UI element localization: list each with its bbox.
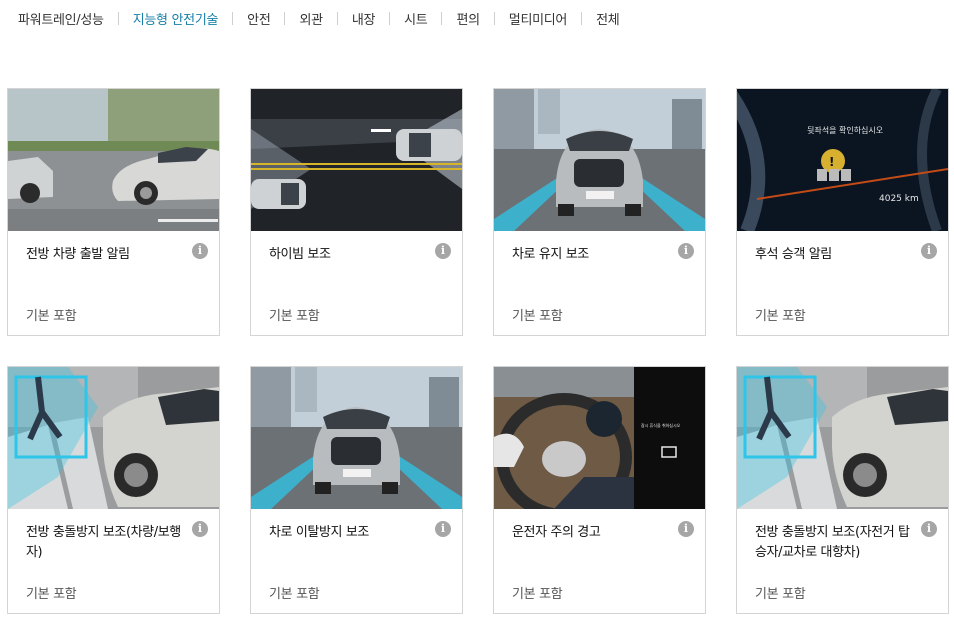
feature-card[interactable]: 전방 차량 출발 알림 i 기본 포함 — [7, 88, 220, 336]
info-icon[interactable]: i — [192, 521, 208, 537]
feature-card[interactable]: 전방 충돌방지 보조(자전거 탑승자/교차로 대향차) i 기본 포함 — [736, 366, 949, 614]
svg-text:!: ! — [829, 155, 834, 169]
info-icon[interactable]: i — [435, 243, 451, 259]
cluster-message-text: 뒷좌석을 확인하십시오 — [807, 125, 883, 135]
feature-card[interactable]: 전방 충돌방지 보조(차량/보행자) i 기본 포함 — [7, 366, 220, 614]
info-icon[interactable]: i — [921, 243, 937, 259]
tab-5[interactable]: 시트 — [404, 9, 428, 28]
info-icon[interactable]: i — [921, 521, 937, 537]
tab-7[interactable]: 멀티미디어 — [509, 9, 568, 28]
tab-divider — [581, 11, 583, 25]
feature-image — [8, 367, 219, 509]
highbeam-illustration — [251, 89, 462, 231]
feature-title: 전방 충돌방지 보조(차량/보행자) — [26, 525, 181, 560]
feature-image: 뒷좌석을 확인하십시오 ! 4025 km — [737, 89, 948, 231]
feature-card[interactable]: 하이빔 보조 i 기본 포함 — [250, 88, 463, 336]
feature-image — [251, 89, 462, 231]
feature-category-tabs: 파워트레인/성능 지능형 안전기술 안전 외관 내장 시트 편의 멀티미디어 전체 — [18, 8, 620, 28]
tab-1[interactable]: 지능형 안전기술 — [133, 9, 219, 28]
steering-wheel-illustration: 잠시 휴식을 취하십시오 — [494, 367, 705, 509]
feature-image — [737, 367, 948, 509]
tab-4[interactable]: 내장 — [352, 9, 376, 28]
tab-6[interactable]: 편의 — [456, 9, 480, 28]
feature-image — [251, 367, 462, 509]
cluster-odometer-text: 4025 km — [879, 194, 919, 204]
feature-inclusion-label: 기본 포함 — [269, 309, 320, 324]
lane-assist-illustration — [494, 89, 705, 231]
tab-divider — [389, 11, 391, 25]
feature-title: 후석 승객 알림 — [755, 247, 832, 262]
cluster-illustration: 뒷좌석을 확인하십시오 ! 4025 km — [737, 89, 948, 231]
info-icon[interactable]: i — [435, 521, 451, 537]
feature-title: 전방 차량 출발 알림 — [26, 247, 130, 262]
feature-card[interactable]: 차로 유지 보조 i 기본 포함 — [493, 88, 706, 336]
tab-3[interactable]: 외관 — [299, 9, 323, 28]
feature-inclusion-label: 기본 포함 — [755, 587, 806, 602]
tab-2[interactable]: 안전 — [247, 9, 271, 28]
rest-message-text: 잠시 휴식을 취하십시오 — [641, 422, 681, 428]
info-icon[interactable]: i — [678, 521, 694, 537]
feature-inclusion-label: 기본 포함 — [755, 309, 806, 324]
feature-title: 하이빔 보조 — [269, 247, 331, 262]
feature-title: 운전자 주의 경고 — [512, 525, 601, 540]
feature-title: 차로 유지 보조 — [512, 247, 589, 262]
feature-card[interactable]: 뒷좌석을 확인하십시오 ! 4025 km 후석 승객 알림 i 기본 포함 — [736, 88, 949, 336]
feature-inclusion-label: 기본 포함 — [269, 587, 320, 602]
info-icon[interactable]: i — [192, 243, 208, 259]
tab-8[interactable]: 전체 — [596, 9, 620, 28]
tab-divider — [493, 11, 495, 25]
tab-0[interactable]: 파워트레인/성능 — [18, 9, 104, 28]
tab-divider — [232, 11, 234, 25]
tab-divider — [284, 11, 286, 25]
pedestrian-illustration — [737, 367, 948, 509]
feature-inclusion-label: 기본 포함 — [512, 587, 563, 602]
feature-inclusion-label: 기본 포함 — [512, 309, 563, 324]
pedestrian-illustration — [8, 367, 219, 509]
feature-image: 잠시 휴식을 취하십시오 — [494, 367, 705, 509]
tab-divider — [336, 11, 338, 25]
feature-image — [494, 89, 705, 231]
feature-title: 전방 충돌방지 보조(자전거 탑승자/교차로 대향차) — [755, 525, 910, 560]
feature-image — [8, 89, 219, 231]
feature-card[interactable]: 차로 이탈방지 보조 i 기본 포함 — [250, 366, 463, 614]
feature-inclusion-label: 기본 포함 — [26, 587, 77, 602]
tab-divider — [441, 11, 443, 25]
road-cars-illustration — [8, 89, 219, 231]
feature-inclusion-label: 기본 포함 — [26, 309, 77, 324]
feature-card[interactable]: 잠시 휴식을 취하십시오 운전자 주의 경고 i 기본 포함 — [493, 366, 706, 614]
tab-divider — [117, 11, 119, 25]
info-icon[interactable]: i — [678, 243, 694, 259]
feature-title: 차로 이탈방지 보조 — [269, 525, 369, 540]
lane-assist-illustration — [251, 367, 462, 509]
